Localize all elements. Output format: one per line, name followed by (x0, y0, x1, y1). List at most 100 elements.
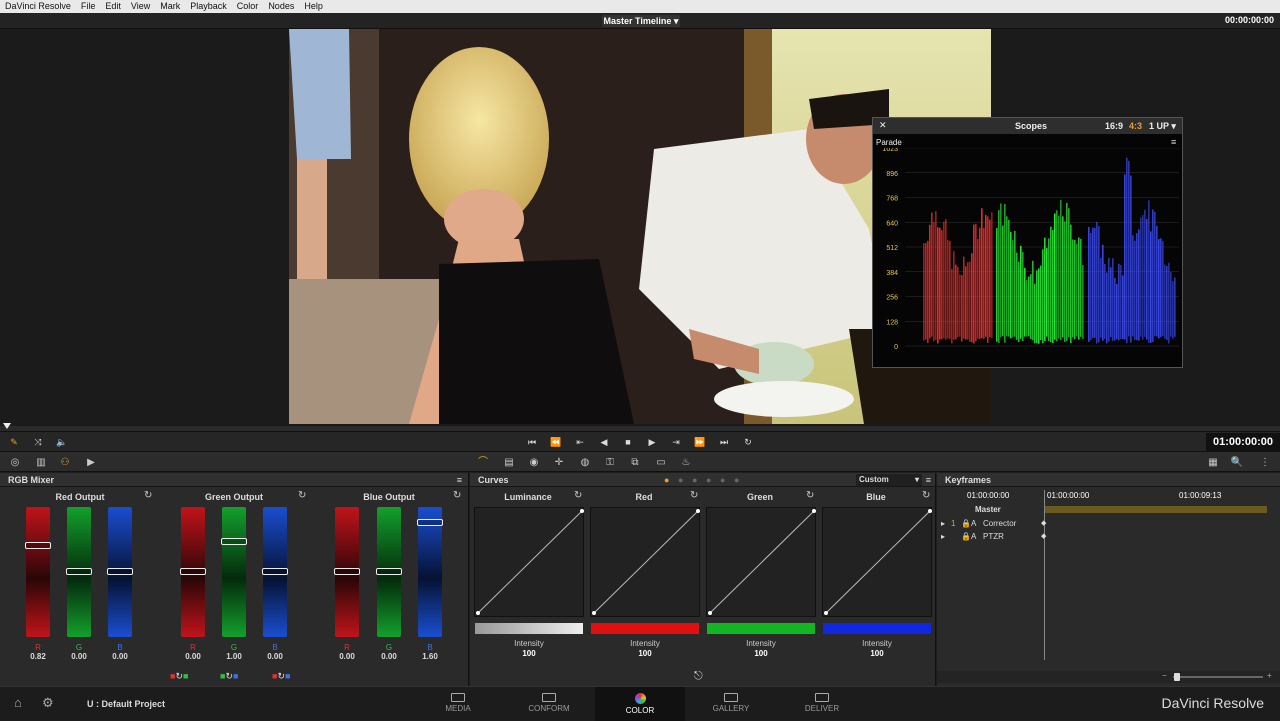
intensity-bar-green[interactable] (707, 623, 815, 634)
rewind-icon[interactable]: ⏪ (550, 436, 562, 448)
menu-help[interactable]: Help (299, 0, 328, 13)
intensity-value[interactable]: 100 (589, 649, 701, 658)
stereo-icon[interactable]: ▭ (654, 456, 668, 469)
color-wheels-icon[interactable]: ◎ (8, 456, 22, 469)
reset-green-output-icon[interactable]: ↻ (298, 490, 306, 501)
window-icon[interactable]: ◉ (527, 456, 541, 469)
menu-nodes[interactable]: Nodes (263, 0, 299, 13)
menu-color[interactable]: Color (232, 0, 264, 13)
blur-icon[interactable]: ◍ (578, 456, 592, 469)
curves-preset-dropdown[interactable]: Custom ▾ (856, 474, 922, 486)
slider-handle[interactable] (221, 538, 247, 545)
page-dot[interactable]: ● (720, 473, 725, 487)
slider-handle[interactable] (334, 568, 360, 575)
page-dot[interactable]: ● (706, 473, 711, 487)
key-icon[interactable]: ⚿ (603, 456, 617, 469)
preset-swatch-blue-icon[interactable]: ■↻■ (272, 671, 290, 682)
intensity-bar-red[interactable] (591, 623, 699, 634)
lock-icon[interactable]: 🔒 (961, 517, 971, 530)
scope-layout-selector[interactable]: 1 UP ▾ (1149, 121, 1176, 132)
speaker-icon[interactable]: 🔈 (56, 436, 68, 448)
slider-handle[interactable] (417, 519, 443, 526)
play-reverse-icon[interactable]: ◀ (598, 436, 610, 448)
green-output-g-slider[interactable] (221, 507, 247, 637)
keyframe-row-corrector[interactable]: ▸ 1 🔒 A Corrector ◆ (937, 517, 1280, 530)
red-output-g-slider[interactable] (66, 507, 92, 637)
loop-icon[interactable]: ↻ (742, 436, 754, 448)
scopes-window[interactable]: ✕ Scopes 16:9 4:3 1 UP ▾ Parade ≡ 1023 89… (872, 117, 1183, 368)
channel-value[interactable]: 1.00 (219, 652, 249, 661)
blue-output-r-slider[interactable] (334, 507, 360, 637)
rgb-mixer-menu-icon[interactable]: ≡ (457, 473, 462, 487)
timeline-selector[interactable]: Master Timeline ▾ (602, 15, 680, 27)
slider-handle[interactable] (66, 568, 92, 575)
tracker-icon[interactable]: ✛ (552, 456, 566, 469)
rgb-mixer-icon[interactable]: ⚇ (58, 456, 72, 469)
page-conform[interactable]: CONFORM (504, 687, 594, 721)
preset-swatch-green-icon[interactable]: ■↻■ (220, 671, 238, 682)
keyframe-row-ptzr[interactable]: ▸ 🔒 A PTZR ◆ (937, 530, 1280, 543)
intensity-value[interactable]: 100 (821, 649, 933, 658)
slider-handle[interactable] (180, 568, 206, 575)
page-dot[interactable]: ● (692, 473, 697, 487)
channel-value[interactable]: 1.60 (415, 652, 445, 661)
home-icon[interactable]: ⌂ (14, 695, 22, 710)
intensity-value[interactable]: 100 (473, 649, 585, 658)
aspect-4-3-button[interactable]: 4:3 (1129, 121, 1142, 131)
camera-icon[interactable]: ▶ (84, 456, 98, 469)
stop-icon[interactable]: ■ (622, 436, 634, 448)
reset-luminance-icon[interactable]: ↻ (574, 490, 582, 501)
curves-icon[interactable]: ⌒ (476, 456, 490, 469)
auto-key-icon[interactable]: A (971, 517, 976, 530)
keyframe-dot-icon[interactable]: ◆ (1041, 530, 1046, 543)
motion-icon[interactable]: ♨ (679, 456, 693, 469)
preset-swatch-red-icon[interactable]: ■↻■ (170, 671, 188, 682)
curve-link-icon[interactable]: ⎋ (694, 670, 703, 683)
page-dot-active[interactable]: ● (664, 473, 669, 487)
slider-handle[interactable] (262, 568, 288, 575)
blue-output-g-slider[interactable] (376, 507, 402, 637)
curves-menu-icon[interactable]: ≡ (926, 473, 931, 487)
channel-value[interactable]: 0.00 (105, 652, 135, 661)
reset-blue-output-icon[interactable]: ↻ (453, 490, 461, 501)
page-color[interactable]: COLOR (595, 687, 685, 721)
green-output-r-slider[interactable] (180, 507, 206, 637)
intensity-bar-blue[interactable] (823, 623, 931, 634)
playhead-icon[interactable] (3, 423, 11, 429)
reset-blue-curve-icon[interactable]: ↻ (922, 490, 930, 501)
page-dot[interactable]: ● (678, 473, 683, 487)
pencil-icon[interactable]: ✎ (8, 436, 20, 448)
master-keyframe-track[interactable] (1045, 506, 1267, 513)
curve-editor-red[interactable] (590, 507, 700, 617)
keyframe-row-master[interactable]: Master (937, 503, 1280, 516)
zoom-slider[interactable] (1173, 676, 1263, 678)
zoom-in-icon[interactable]: + (1267, 671, 1272, 680)
expand-arrow-icon[interactable]: ▸ (941, 530, 945, 543)
scope-menu-icon[interactable]: ≡ (1171, 137, 1176, 147)
blue-output-b-slider[interactable] (417, 507, 443, 637)
menu-view[interactable]: View (126, 0, 155, 13)
zoom-out-icon[interactable]: − (1162, 671, 1167, 680)
page-media[interactable]: MEDIA (413, 687, 503, 721)
next-frame-icon[interactable]: ⇥ (670, 436, 682, 448)
page-deliver[interactable]: DELIVER (777, 687, 867, 721)
zoom-icon[interactable]: 🔍 (1230, 456, 1244, 469)
gear-icon[interactable]: ⚙ (42, 695, 54, 711)
curve-editor-green[interactable] (706, 507, 816, 617)
auto-key-icon[interactable]: A (971, 530, 976, 543)
expand-arrow-icon[interactable]: ▸ (941, 517, 945, 530)
go-to-start-icon[interactable]: ⏮ (526, 436, 538, 448)
slider-handle[interactable] (107, 568, 133, 575)
page-gallery[interactable]: GALLERY (686, 687, 776, 721)
channel-value[interactable]: 0.82 (23, 652, 53, 661)
reset-green-curve-icon[interactable]: ↻ (806, 490, 814, 501)
curve-editor-blue[interactable] (822, 507, 932, 617)
zoom-slider-handle[interactable] (1174, 673, 1180, 681)
red-output-r-slider[interactable] (25, 507, 51, 637)
channel-value[interactable]: 0.00 (374, 652, 404, 661)
aspect-16-9-button[interactable]: 16:9 (1105, 121, 1123, 131)
intensity-value[interactable]: 100 (705, 649, 817, 658)
play-icon[interactable]: ▶ (646, 436, 658, 448)
curve-editor-luminance[interactable] (474, 507, 584, 617)
go-to-end-icon[interactable]: ⏭ (718, 436, 730, 448)
